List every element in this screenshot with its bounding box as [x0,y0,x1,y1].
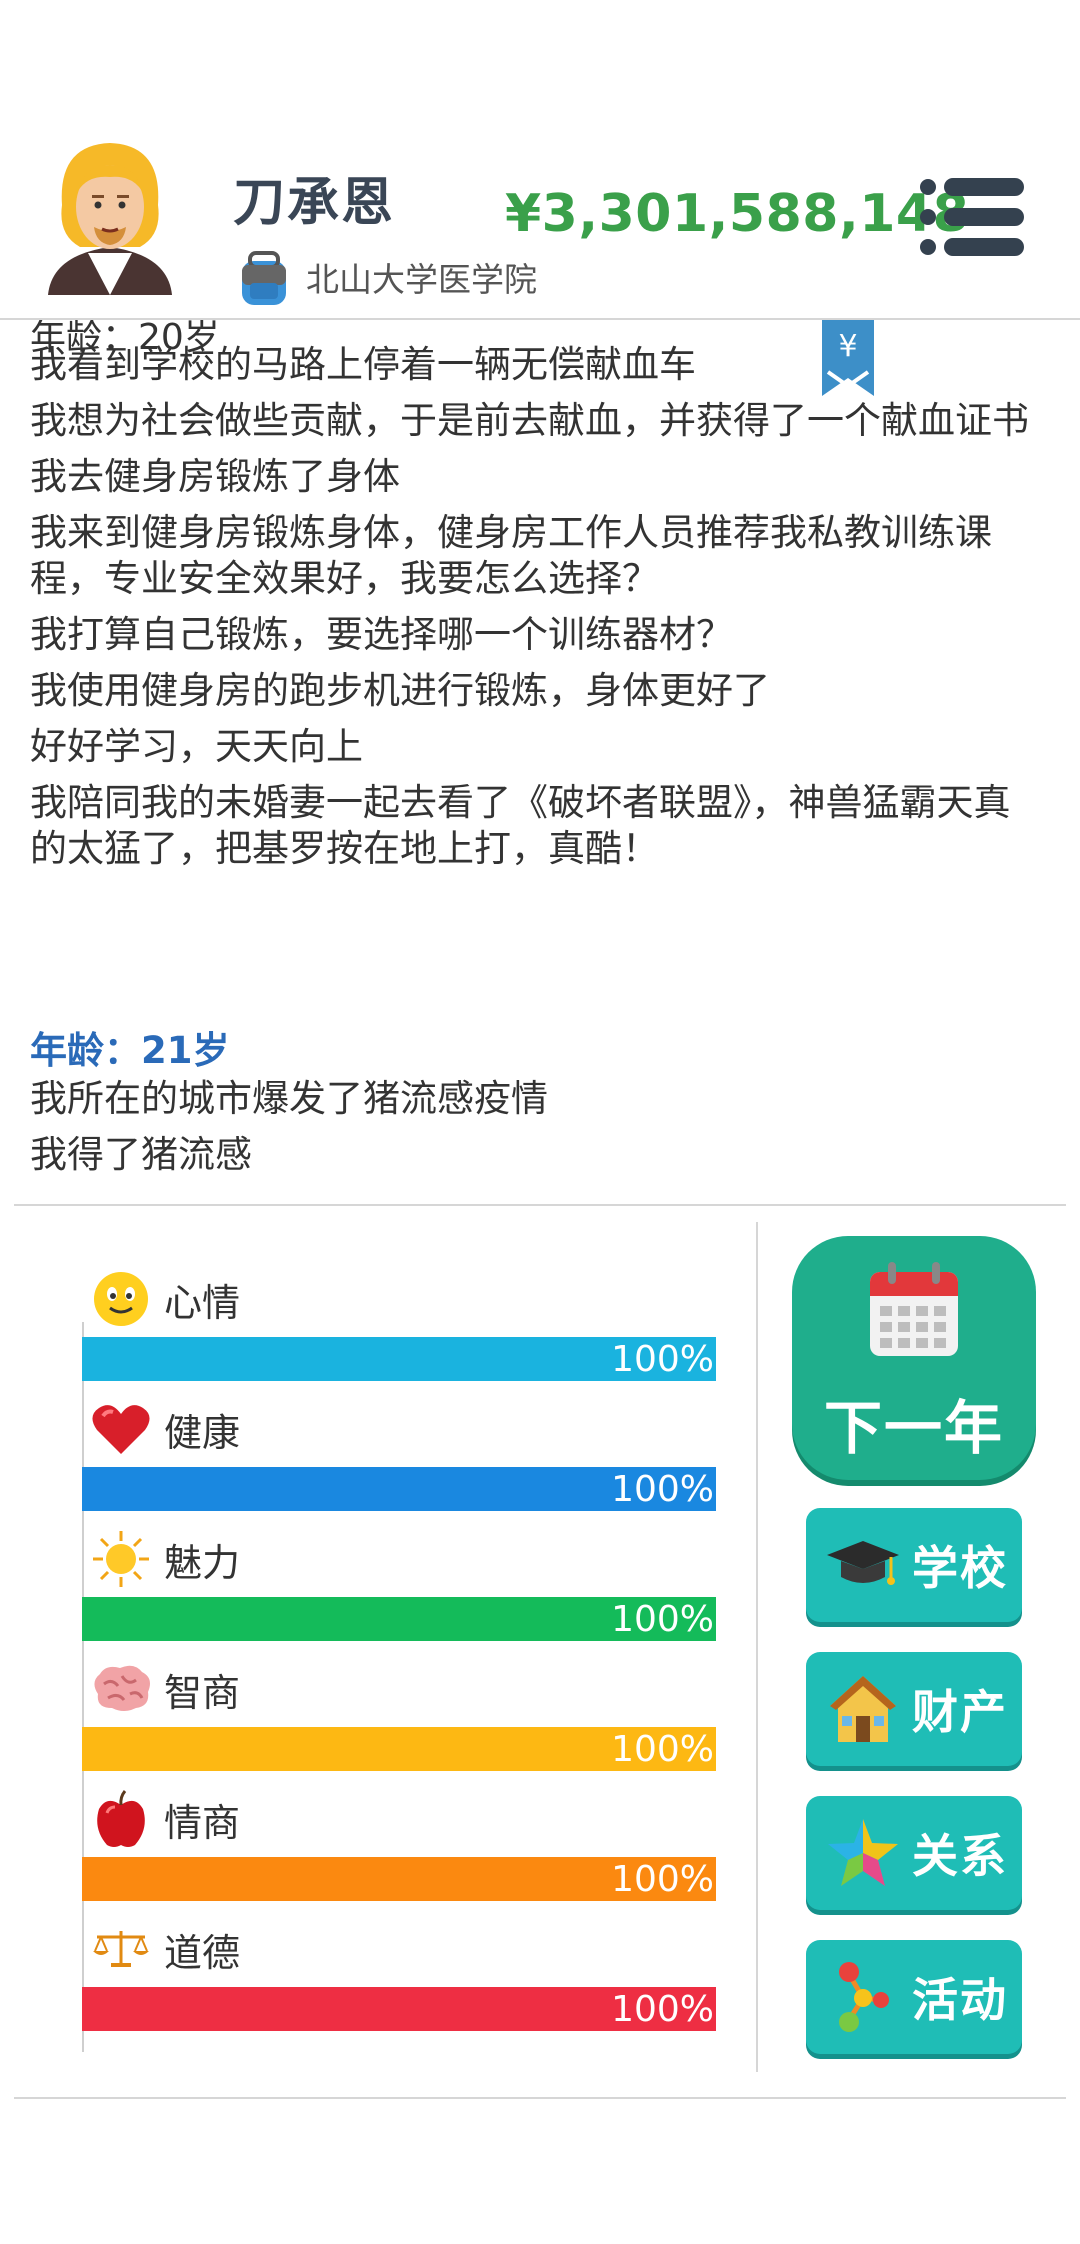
money-amount: ¥3,301,588,148 [505,184,970,244]
activities-button-label: 活动 [912,1973,1008,2027]
stat-bar: 100% [82,1467,716,1511]
stat-bar: 100% [82,1727,716,1771]
house-icon [822,1668,904,1750]
sun-icon [90,1528,152,1590]
log-line: 我去健身房锻炼了身体 [30,455,400,498]
stats-axis [82,1322,84,2052]
age-log-lines: 我所在的城市爆发了猪流感疫情 我得了猪流感 [30,1076,1040,1188]
stat-label: 智商 [164,1670,241,1715]
next-year-label: 下一年 [823,1394,1004,1462]
log-line: 我看到学校的马路上停着一辆无偿献血车 [30,343,696,386]
bookmark-symbol: ¥ [838,329,857,364]
stat-percent: 100% [611,1339,714,1380]
school-name: 北山大学医学院 [306,260,537,299]
school-row: 北山大学医学院 [236,247,537,307]
log-line: 我打算自己锻炼，要选择哪一个训练器材？ [30,613,733,656]
school-button-label: 学校 [912,1541,1008,1595]
next-year-button[interactable]: 下一年 [792,1236,1036,1480]
relations-button[interactable]: 关系 [806,1796,1022,1910]
property-button[interactable]: 财产 [806,1652,1022,1766]
player-header: 刀承恩 北山大学医学院 ¥3,301,588,148 [0,0,1080,320]
bookmark-icon[interactable]: ¥ [820,320,876,398]
property-button-label: 财产 [912,1685,1008,1739]
log-line: 我想为社会做些贡献，于是前去献血，并获得了一个献血证书 [30,399,1029,442]
calendar-icon [870,1262,958,1356]
stats-panel: 心情 100% 健康 100% 魅力 100% 智商 100% 情商 100% … [0,1222,760,2072]
stat-label: 情商 [164,1800,241,1845]
stat-bar: 100% [82,1337,716,1381]
stat-bar: 100% [82,1987,716,2031]
backpack-icon [242,251,286,305]
player-avatar[interactable] [40,135,180,300]
bottom-divider [14,2097,1066,2099]
log-divider [14,1204,1066,1206]
player-name: 刀承恩 [233,173,396,233]
stat-percent: 100% [611,1599,714,1640]
stat-label: 道德 [164,1930,241,1975]
panel-divider [756,1222,758,2072]
stat-label: 心情 [164,1280,241,1325]
star-icon [822,1812,904,1894]
log-line: 我使用健身房的跑步机进行锻炼，身体更好了 [30,669,770,712]
stat-percent: 100% [611,1859,714,1900]
stat-bar: 100% [82,1857,716,1901]
stat-label: 魅力 [164,1540,241,1585]
log-line: 我陪同我的未婚妻一起去看了《破坏者联盟》，神兽猛霸天真的太猛了，把基罗按在地上打… [30,781,1011,870]
log-line: 我得了猪流感 [30,1133,252,1176]
menu-icon[interactable] [918,175,1026,260]
stat-percent: 100% [611,1729,714,1770]
heart-icon [90,1398,152,1460]
log-line: 我所在的城市爆发了猪流感疫情 [30,1077,548,1120]
log-line: 我来到健身房锻炼身体，健身房工作人员推荐我私教训练课程，专业安全效果好，我要怎么… [30,511,992,600]
apple-icon [90,1788,152,1850]
stat-percent: 100% [611,1469,714,1510]
brain-icon [90,1658,152,1720]
age-heading: 年龄：21岁 [30,1029,230,1072]
stat-label: 健康 [164,1410,241,1455]
molecule-icon [822,1956,904,2038]
school-button[interactable]: 学校 [806,1508,1022,1622]
log-lines: 我看到学校的马路上停着一辆无偿献血车 我想为社会做些贡献，于是前去献血，并获得了… [30,342,1040,882]
relations-button-label: 关系 [912,1829,1008,1883]
stat-bar: 100% [82,1597,716,1641]
scales-icon [90,1918,152,1980]
stat-percent: 100% [611,1989,714,2030]
activities-button[interactable]: 活动 [806,1940,1022,2054]
life-log[interactable]: 年龄：20岁 我看到学校的马路上停着一辆无偿献血车 我想为社会做些贡献，于是前去… [0,320,1080,1205]
graduation-cap-icon [822,1524,904,1606]
log-line: 好好学习，天天向上 [30,725,363,768]
smiley-icon [90,1268,152,1330]
